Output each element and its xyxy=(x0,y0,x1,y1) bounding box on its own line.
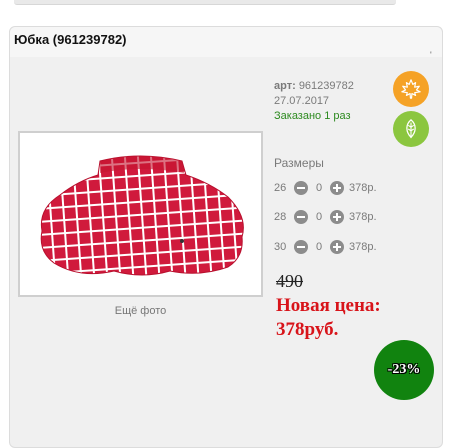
size-row: 26 0 378р. xyxy=(274,180,377,196)
old-price: 490 xyxy=(276,271,303,291)
decrease-button[interactable] xyxy=(294,181,308,195)
quantity-value: 0 xyxy=(315,241,323,253)
size-row: 28 0 378р. xyxy=(274,209,377,225)
article-line: арт: 961239782 xyxy=(274,80,354,92)
plus-icon xyxy=(333,213,341,221)
decrease-button[interactable] xyxy=(294,210,308,224)
plus-icon xyxy=(333,243,341,251)
new-price-value: 378руб. xyxy=(276,319,339,340)
maple-leaf-badge[interactable] xyxy=(393,71,429,107)
skirt-photo-icon xyxy=(40,155,244,276)
product-date: 27.07.2017 xyxy=(274,95,330,107)
size-value: 28 xyxy=(274,211,287,223)
increase-button[interactable] xyxy=(330,210,344,224)
product-photo[interactable] xyxy=(18,131,263,297)
quantity-value: 0 xyxy=(315,211,323,223)
decrease-button[interactable] xyxy=(294,240,308,254)
more-photos-link[interactable]: Ещё фото xyxy=(18,305,263,317)
quantity-value: 0 xyxy=(315,182,323,194)
maple-leaf-icon xyxy=(401,79,421,99)
size-price: 378р. xyxy=(349,182,377,194)
size-price: 378р. xyxy=(349,211,377,223)
article-label: арт: xyxy=(274,80,296,92)
size-price: 378р. xyxy=(349,241,377,253)
order-count: Заказано 1 раз xyxy=(274,110,351,122)
size-value: 30 xyxy=(274,241,287,253)
increase-button[interactable] xyxy=(330,181,344,195)
size-row: 30 0 378р. xyxy=(274,239,377,255)
corner-mark: ' xyxy=(430,50,432,60)
new-price: Новая цена: 378руб. xyxy=(276,294,381,342)
article-value: 961239782 xyxy=(298,80,354,92)
new-price-label: Новая цена: xyxy=(276,295,381,316)
product-title[interactable]: Юбка (961239782) xyxy=(14,32,127,47)
minus-icon xyxy=(297,246,305,248)
previous-card-edge xyxy=(14,0,396,5)
discount-badge: -23% xyxy=(374,340,434,400)
minus-icon xyxy=(297,216,305,218)
plus-icon xyxy=(333,184,341,192)
increase-button[interactable] xyxy=(330,240,344,254)
leaf-badge[interactable] xyxy=(393,111,429,147)
size-value: 26 xyxy=(274,182,287,194)
sizes-title: Размеры xyxy=(274,156,324,170)
minus-icon xyxy=(297,187,305,189)
leaf-icon xyxy=(406,118,416,139)
